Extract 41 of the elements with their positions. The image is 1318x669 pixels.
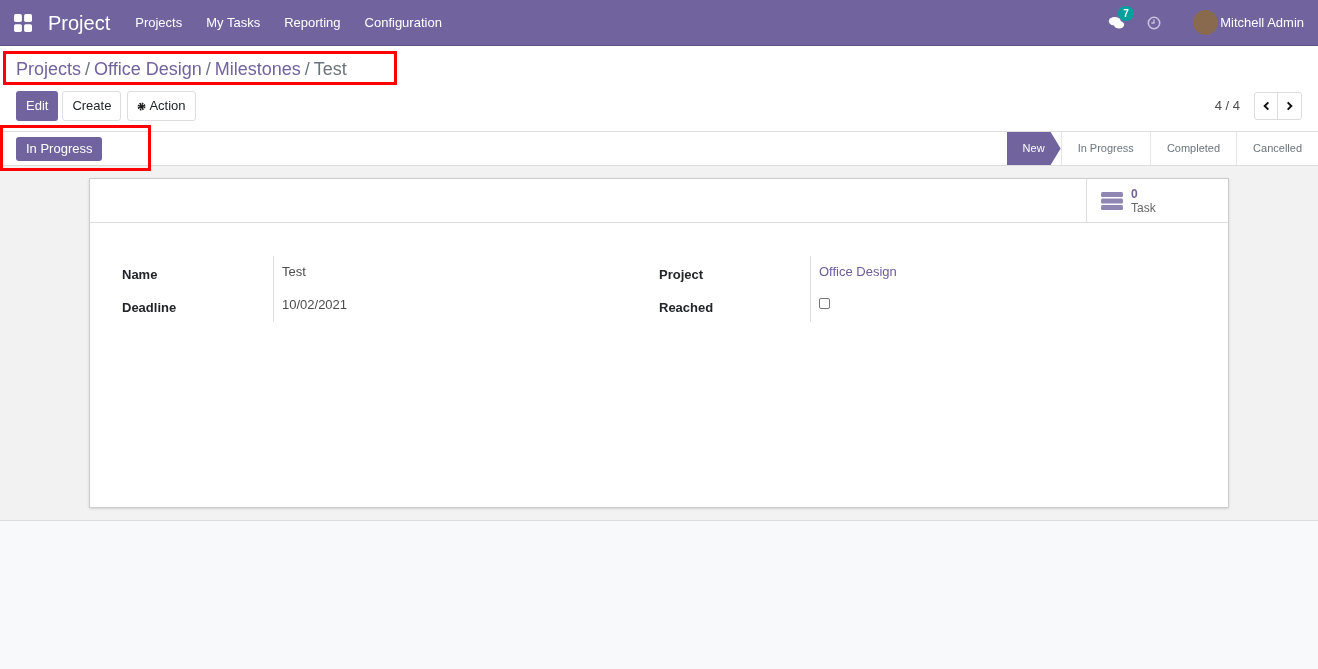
task-count: 0: [1131, 186, 1138, 201]
message-count-badge: 7: [1118, 5, 1134, 21]
stack-icon: [1101, 191, 1123, 210]
breadcrumb-separator: /: [304, 57, 310, 81]
field-label: Reached: [659, 300, 714, 315]
nav-menu-item[interactable]: Reporting: [275, 12, 350, 33]
nav-menu-item[interactable]: Projects: [126, 12, 192, 33]
clock-icon[interactable]: [1147, 15, 1162, 30]
breadcrumb-link[interactable]: Office Design: [94, 55, 202, 83]
project-link[interactable]: Office Design: [819, 264, 897, 279]
breadcrumb-separator: /: [205, 57, 211, 81]
stage-tab[interactable]: Completed: [1149, 132, 1237, 165]
field-label: Project: [659, 267, 704, 282]
action-button[interactable]: Action: [127, 91, 196, 121]
field-value: 10/02/2021: [282, 297, 348, 312]
status-button[interactable]: In Progress: [16, 136, 103, 161]
field-value: Test: [282, 264, 306, 279]
pager-counter: 4 / 4: [1214, 97, 1240, 116]
field-label: Name: [122, 267, 158, 282]
breadcrumb-separator: /: [85, 57, 91, 81]
breadcrumb-current: Test: [313, 57, 347, 81]
field-label: Deadline: [122, 300, 177, 315]
nav-menu-item[interactable]: Configuration: [355, 12, 451, 33]
reached-checkbox[interactable]: [819, 298, 830, 309]
edit-button[interactable]: Edit: [16, 91, 59, 121]
apps-menu-icon[interactable]: [14, 13, 32, 32]
chevron-right-icon: [1285, 101, 1294, 111]
app-title: Project: [48, 10, 111, 36]
stage-tab[interactable]: In Progress: [1060, 132, 1150, 165]
task-label: Task: [1131, 200, 1156, 215]
create-button[interactable]: Create: [62, 91, 122, 121]
stage-tab[interactable]: Cancelled: [1236, 132, 1318, 165]
stage-tab[interactable]: New: [1006, 132, 1061, 165]
breadcrumb-link[interactable]: Milestones: [214, 55, 301, 83]
user-name[interactable]: Mitchell Admin: [1220, 12, 1304, 33]
breadcrumb-link[interactable]: Projects: [16, 55, 82, 83]
chevron-left-icon: [1261, 101, 1271, 111]
gear-icon: [137, 101, 147, 111]
chat-bubbles-icon[interactable]: [1108, 15, 1126, 30]
nav-menu-item[interactable]: My Tasks: [197, 12, 270, 33]
tasks-smart-button[interactable]: 0 Task: [1086, 179, 1228, 222]
